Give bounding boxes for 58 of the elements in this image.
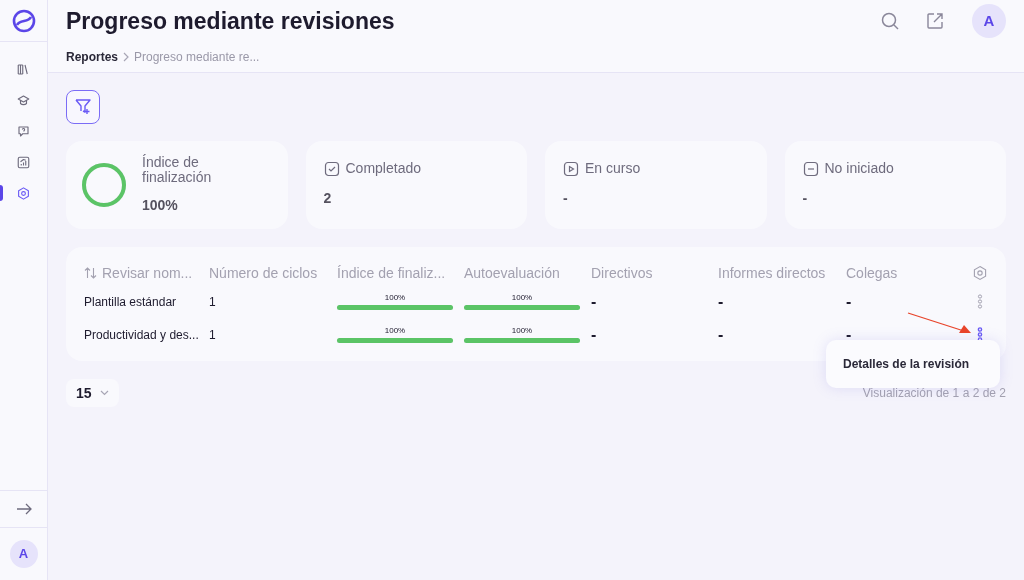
table-cell: - xyxy=(718,292,724,310)
progress-ring xyxy=(81,162,127,208)
column-header[interactable]: Directivos xyxy=(591,262,653,284)
hexagon-icon[interactable] xyxy=(16,186,31,201)
progress-label: 100% xyxy=(384,326,406,336)
user-avatar[interactable]: A xyxy=(972,4,1006,38)
table-cell: - xyxy=(846,292,852,310)
stat-label: En curso xyxy=(585,159,641,178)
table-cell: Plantilla estándar xyxy=(84,294,177,309)
check-icon xyxy=(323,160,340,177)
progress-label: 100% xyxy=(511,293,533,303)
progress-label: 100% xyxy=(511,326,533,336)
stat-label: Completado xyxy=(345,159,421,178)
table-cell: - xyxy=(718,325,724,343)
stat-value: 2 xyxy=(323,189,333,208)
stat-label: Índice de finalización xyxy=(142,154,213,185)
table-cell: - xyxy=(591,325,597,343)
table-cell: Productividad y des... xyxy=(84,327,199,342)
external-link-icon[interactable] xyxy=(926,12,944,30)
column-header[interactable]: Colegas xyxy=(846,262,898,284)
play-icon xyxy=(563,160,579,177)
search-icon[interactable] xyxy=(880,11,900,31)
annotation-arrow xyxy=(907,311,973,336)
chevron-right-icon xyxy=(121,52,131,62)
expand-arrow-icon[interactable] xyxy=(15,503,32,515)
stat-value: - xyxy=(563,189,569,208)
stat-label: No iniciado xyxy=(824,159,894,178)
stat-value: - xyxy=(802,189,809,208)
table-cell: - xyxy=(591,292,597,310)
user-avatar[interactable]: A xyxy=(9,540,38,568)
table-cell: 1 xyxy=(209,294,216,309)
breadcrumb-current: Progreso mediante re... xyxy=(134,49,260,66)
add-filter-button[interactable] xyxy=(66,90,100,124)
logo-icon[interactable] xyxy=(11,8,36,33)
minus-icon xyxy=(802,160,819,177)
books-icon[interactable] xyxy=(16,62,31,77)
menu-item[interactable]: Detalles de la revisión xyxy=(843,355,970,373)
question-bubble-icon[interactable] xyxy=(16,124,31,139)
column-header[interactable]: Revisar nom... xyxy=(102,262,193,284)
chevron-down-icon xyxy=(99,390,109,396)
column-header[interactable]: Autoevaluación xyxy=(464,262,560,284)
column-header[interactable]: Número de ciclos xyxy=(209,262,318,284)
column-header[interactable]: Informes directos xyxy=(718,262,826,284)
pagination-info: Visualización de 1 a 2 de 2 xyxy=(862,385,1006,402)
sort-icon[interactable] xyxy=(84,267,97,279)
breadcrumb-link[interactable]: Reportes xyxy=(66,48,118,66)
stat-value: 100% xyxy=(142,195,179,215)
filter-plus-icon xyxy=(74,98,92,116)
page-title: Progreso mediante revisiones xyxy=(66,6,396,36)
table-cell: 1 xyxy=(209,327,216,342)
table-cell: - xyxy=(846,325,852,343)
column-header[interactable]: Índice de finaliz... xyxy=(337,262,446,284)
chart-icon[interactable] xyxy=(16,155,31,170)
page-size-select[interactable]: 15 xyxy=(66,379,119,407)
graduation-cap-icon[interactable] xyxy=(16,93,31,108)
settings-icon[interactable] xyxy=(972,265,988,281)
progress-label: 100% xyxy=(384,293,406,303)
active-indicator xyxy=(0,185,3,201)
